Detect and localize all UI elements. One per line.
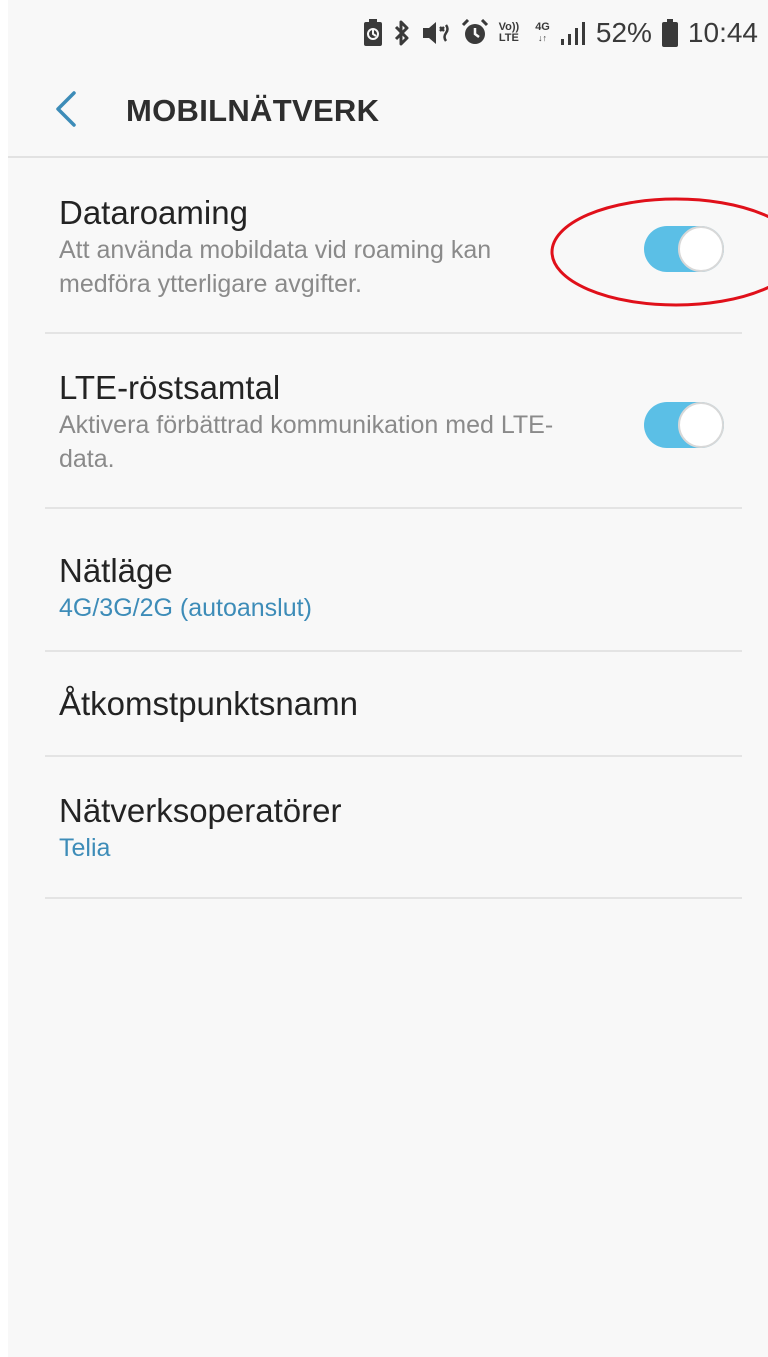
network-operators-text: Nätverksoperatörer Telia: [45, 757, 742, 865]
toggle-knob: [678, 402, 724, 448]
network-operators-row[interactable]: Nätverksoperatörer Telia: [45, 757, 742, 899]
network-mode-title: Nätläge: [59, 552, 173, 589]
toggle-knob: [678, 226, 724, 272]
battery-percent: 52%: [595, 17, 652, 48]
vibrate-mute-icon: [421, 19, 451, 47]
data-roaming-title: Dataroaming: [59, 194, 248, 231]
data-arrows-icon: ↓↑: [538, 33, 548, 43]
network-mode-value: 4G/3G/2G (autoanslut): [59, 594, 312, 622]
4g-data-icon: 4G ↓↑: [535, 21, 550, 44]
back-button[interactable]: [30, 75, 102, 147]
settings-list: Dataroaming Att använda mobildata vid ro…: [8, 158, 768, 899]
page-title: MOBILNÄTVERK: [126, 93, 380, 128]
app-bar: MOBILNÄTVERK: [8, 66, 768, 158]
data-roaming-description: Att använda mobildata vid roaming kan me…: [59, 236, 492, 298]
status-bar: Vo)) LTE 4G ↓↑ 52% 10:44: [8, 0, 768, 66]
lte-voice-row[interactable]: LTE-röstsamtal Aktivera förbättrad kommu…: [45, 334, 742, 509]
bluetooth-icon: [393, 19, 411, 47]
network-operators-value: Telia: [59, 834, 111, 862]
lte-voice-description: Aktivera förbättrad kommunikation med LT…: [59, 411, 554, 473]
lte-voice-text: LTE-röstsamtal Aktivera förbättrad kommu…: [45, 334, 742, 476]
alarm-icon: [461, 19, 489, 47]
status-icons: Vo)) LTE 4G ↓↑ 52% 10:44: [363, 19, 758, 47]
data-roaming-row[interactable]: Dataroaming Att använda mobildata vid ro…: [45, 158, 742, 334]
clock: 10:44: [687, 17, 758, 48]
data-roaming-text: Dataroaming Att använda mobildata vid ro…: [45, 158, 742, 301]
chevron-left-icon: [54, 90, 78, 132]
apn-row[interactable]: Åtkomstpunktsnamn: [45, 652, 742, 757]
battery-saver-icon: [363, 19, 383, 47]
data-roaming-toggle[interactable]: [644, 226, 724, 272]
lte-voice-toggle[interactable]: [644, 402, 724, 448]
signal-icon: [560, 19, 586, 47]
lte-voice-title: LTE-röstsamtal: [59, 369, 281, 406]
battery-icon: [661, 19, 678, 47]
network-mode-text: Nätläge 4G/3G/2G (autoanslut): [45, 509, 742, 625]
volte-icon: Vo)) LTE: [498, 21, 520, 44]
apn-title: Åtkomstpunktsnamn: [59, 685, 358, 722]
network-operators-title: Nätverksoperatörer: [59, 792, 342, 829]
settings-screen: Vo)) LTE 4G ↓↑ 52% 10:44 MOBILNÄTVERK Da…: [8, 0, 768, 1357]
network-mode-row[interactable]: Nätläge 4G/3G/2G (autoanslut): [45, 509, 742, 652]
apn-text: Åtkomstpunktsnamn: [45, 652, 742, 724]
